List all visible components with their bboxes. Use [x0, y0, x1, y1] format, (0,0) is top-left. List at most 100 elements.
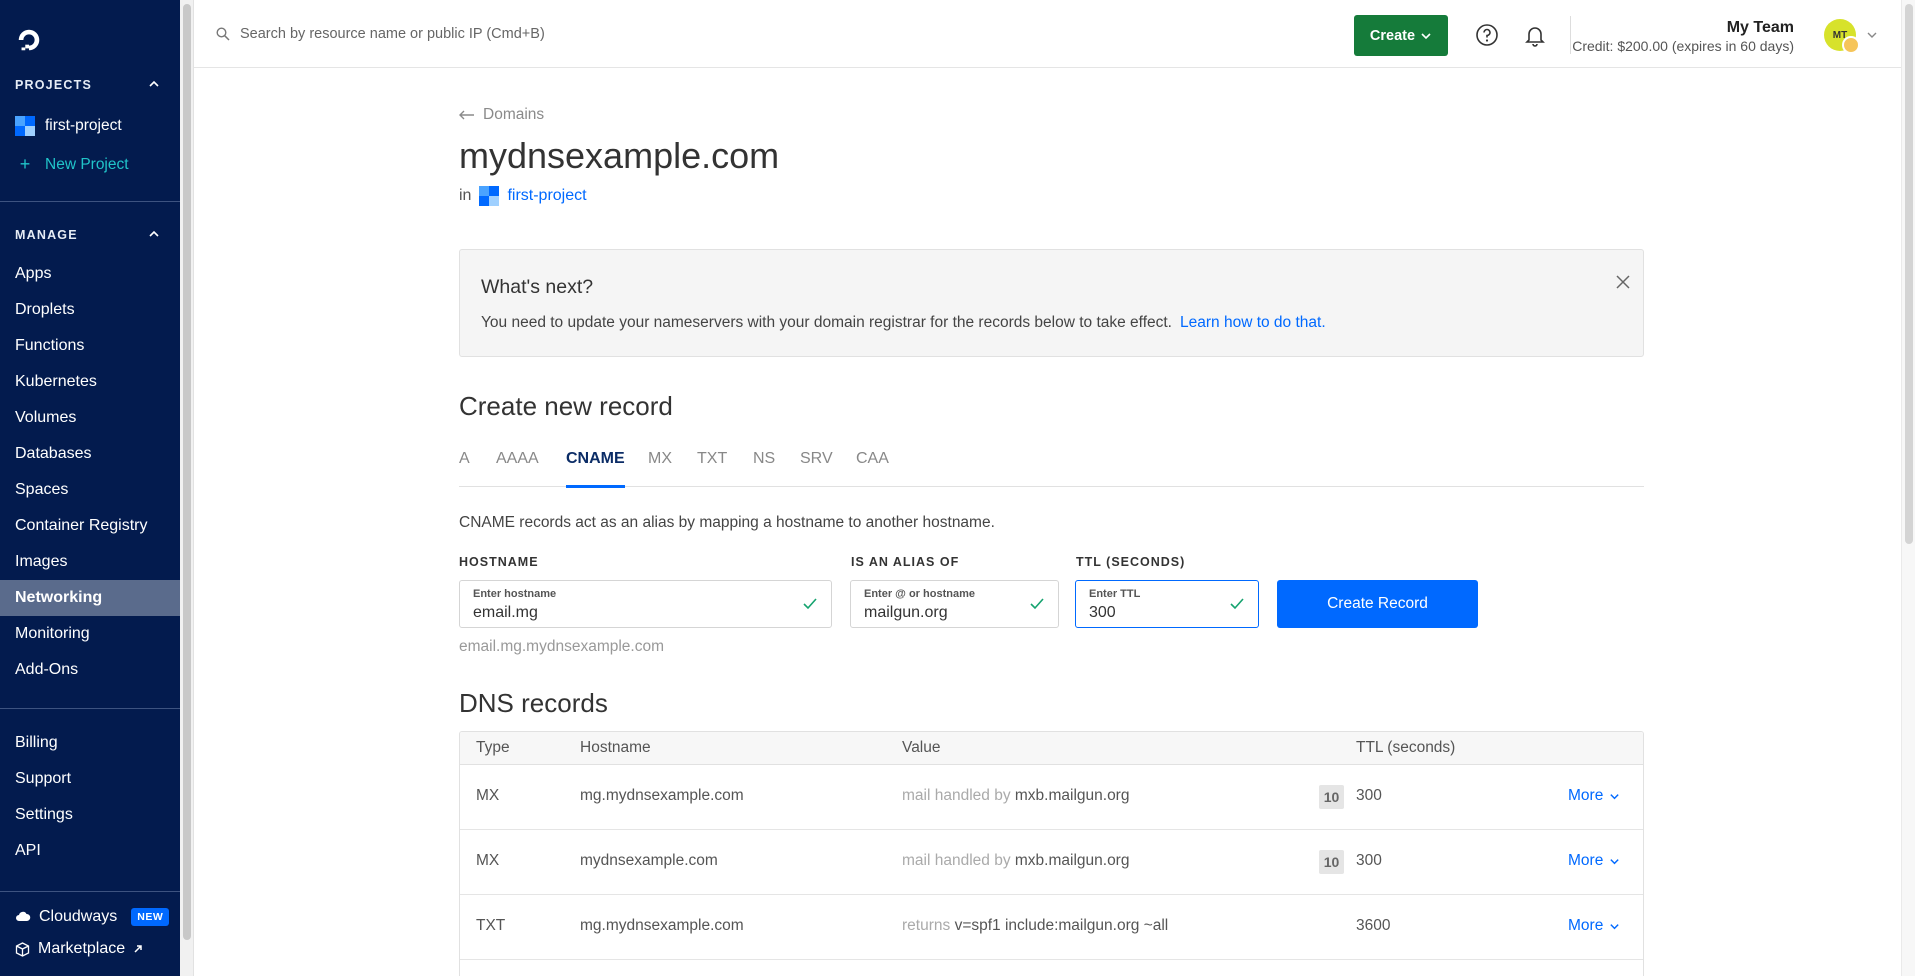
whats-next-notice: What's next? You need to update your nam…: [459, 249, 1644, 357]
sidebar-item-support[interactable]: Support: [0, 761, 180, 797]
tab-txt[interactable]: TXT: [697, 450, 727, 487]
dns-records-table: Type Hostname Value TTL (seconds) MX mg.…: [459, 731, 1644, 976]
column-header-type: Type: [476, 739, 510, 756]
record-ttl: 300: [1356, 852, 1382, 869]
sidebar-item-api[interactable]: API: [0, 833, 180, 869]
credit-balance: Credit: $200.00 (expires in 60 days): [1572, 38, 1794, 54]
column-header-ttl: TTL (seconds): [1356, 739, 1456, 756]
marketplace-link[interactable]: Marketplace: [15, 940, 143, 958]
package-icon: [15, 941, 30, 957]
project-link[interactable]: first-project: [507, 187, 586, 205]
column-header-hostname: Hostname: [580, 739, 651, 756]
more-button[interactable]: More: [1568, 917, 1620, 935]
help-icon[interactable]: [1475, 23, 1499, 47]
tab-ns[interactable]: NS: [753, 450, 775, 487]
projects-heading: PROJECTS: [15, 78, 92, 92]
chevron-up-icon[interactable]: [148, 78, 160, 90]
create-record-button[interactable]: Create Record: [1277, 580, 1478, 628]
create-button[interactable]: Create: [1354, 15, 1448, 56]
cloudways-label: Cloudways: [39, 908, 118, 925]
alias-placeholder: Enter @ or hostname: [864, 588, 975, 600]
divider: [0, 891, 180, 892]
sidebar-item-volumes[interactable]: Volumes: [0, 400, 180, 436]
sidebar-item-droplets[interactable]: Droplets: [0, 292, 180, 328]
sidebar-item-add-ons[interactable]: Add-Ons: [0, 652, 180, 688]
sidebar-item-settings[interactable]: Settings: [0, 797, 180, 833]
project-icon: [15, 116, 35, 136]
more-button[interactable]: More: [1568, 852, 1620, 870]
new-badge: NEW: [131, 908, 170, 926]
notice-body: You need to update your nameservers with…: [481, 314, 1172, 331]
team-name[interactable]: My Team: [1727, 19, 1794, 37]
bell-icon[interactable]: [1523, 23, 1547, 47]
tab-aaaa[interactable]: AAAA: [496, 450, 539, 487]
back-to-domains-link[interactable]: Domains: [459, 106, 544, 124]
record-type: MX: [476, 787, 500, 804]
table-row: MX mydnsexample.com mail handled by mxb.…: [460, 830, 1643, 895]
chevron-down-icon[interactable]: [1866, 29, 1878, 41]
more-button[interactable]: More: [1568, 787, 1620, 805]
manage-heading: MANAGE: [15, 228, 78, 242]
new-project-link[interactable]: + New Project: [15, 154, 129, 175]
page-scrollbar[interactable]: [1901, 0, 1915, 976]
tab-mx[interactable]: MX: [648, 450, 672, 487]
in-label: in: [459, 187, 472, 204]
sidebar-item-images[interactable]: Images: [0, 544, 180, 580]
sidebar-project-first-project[interactable]: first-project: [15, 116, 122, 136]
divider: [0, 201, 180, 202]
ttl-field[interactable]: Enter TTL 300: [1075, 580, 1259, 628]
record-type: TXT: [476, 917, 506, 934]
alias-value: mailgun.org: [864, 604, 948, 621]
alias-field[interactable]: Enter @ or hostname mailgun.org: [850, 580, 1059, 628]
sidebar-scrollbar[interactable]: [180, 0, 194, 976]
chevron-down-icon: [1610, 923, 1620, 929]
search-input[interactable]: Search by resource name or public IP (Cm…: [240, 26, 545, 42]
sidebar-item-networking[interactable]: Networking: [0, 580, 180, 616]
record-type-tabs: A AAAA CNAME MX TXT NS SRV CAA: [459, 450, 1644, 488]
sidebar-item-kubernetes[interactable]: Kubernetes: [0, 364, 180, 400]
star-badge-icon: [1842, 36, 1860, 54]
sidebar-item-databases[interactable]: Databases: [0, 436, 180, 472]
sidebar-item-billing[interactable]: Billing: [0, 725, 180, 761]
record-ttl: 3600: [1356, 917, 1391, 934]
scrollbar-thumb[interactable]: [183, 4, 191, 940]
plus-icon: +: [19, 154, 31, 174]
chevron-down-icon: [1610, 858, 1620, 864]
new-project-label: New Project: [45, 155, 129, 173]
cloudways-link[interactable]: Cloudways NEW: [15, 908, 170, 926]
tab-caa[interactable]: CAA: [856, 450, 889, 487]
more-label: More: [1568, 787, 1604, 804]
close-icon[interactable]: [1615, 274, 1631, 290]
marketplace-label: Marketplace: [38, 940, 126, 957]
hostname-value: email.mg: [473, 604, 538, 621]
sidebar-item-functions[interactable]: Functions: [0, 328, 180, 364]
search-bar[interactable]: Search by resource name or public IP (Cm…: [216, 26, 545, 42]
alias-label: IS AN ALIAS OF: [851, 555, 960, 569]
sidebar-item-spaces[interactable]: Spaces: [0, 472, 180, 508]
arrow-left-icon: [459, 110, 474, 120]
tab-cname[interactable]: CNAME: [566, 450, 625, 488]
value-prefix: mail handled by: [902, 787, 1011, 804]
scrollbar-thumb[interactable]: [1905, 4, 1913, 544]
tab-a[interactable]: A: [459, 450, 470, 487]
digitalocean-logo-icon[interactable]: [14, 26, 44, 54]
record-type: MX: [476, 852, 500, 869]
sidebar-item-apps[interactable]: Apps: [0, 256, 180, 292]
project-icon: [479, 186, 500, 206]
project-assignment: in first-project: [459, 186, 587, 206]
chevron-down-icon: [1610, 793, 1620, 799]
hostname-field[interactable]: Enter hostname email.mg: [459, 580, 832, 628]
tab-srv[interactable]: SRV: [800, 450, 833, 487]
learn-more-link[interactable]: Learn how to do that.: [1180, 314, 1326, 331]
checkmark-icon: [1030, 598, 1044, 610]
sidebar-item-monitoring[interactable]: Monitoring: [0, 616, 180, 652]
chevron-up-icon[interactable]: [148, 228, 160, 240]
cloud-icon: [16, 911, 31, 921]
ttl-label: TTL (SECONDS): [1076, 555, 1186, 569]
project-name: first-project: [45, 117, 122, 134]
value-text: v=spf1 include:mailgun.org ~all: [954, 917, 1169, 934]
record-hostname: mg.mydnsexample.com: [580, 787, 744, 804]
sidebar-item-container-registry[interactable]: Container Registry: [0, 508, 180, 544]
value-text: mxb.mailgun.org: [1014, 852, 1130, 869]
notice-title: What's next?: [481, 276, 594, 298]
